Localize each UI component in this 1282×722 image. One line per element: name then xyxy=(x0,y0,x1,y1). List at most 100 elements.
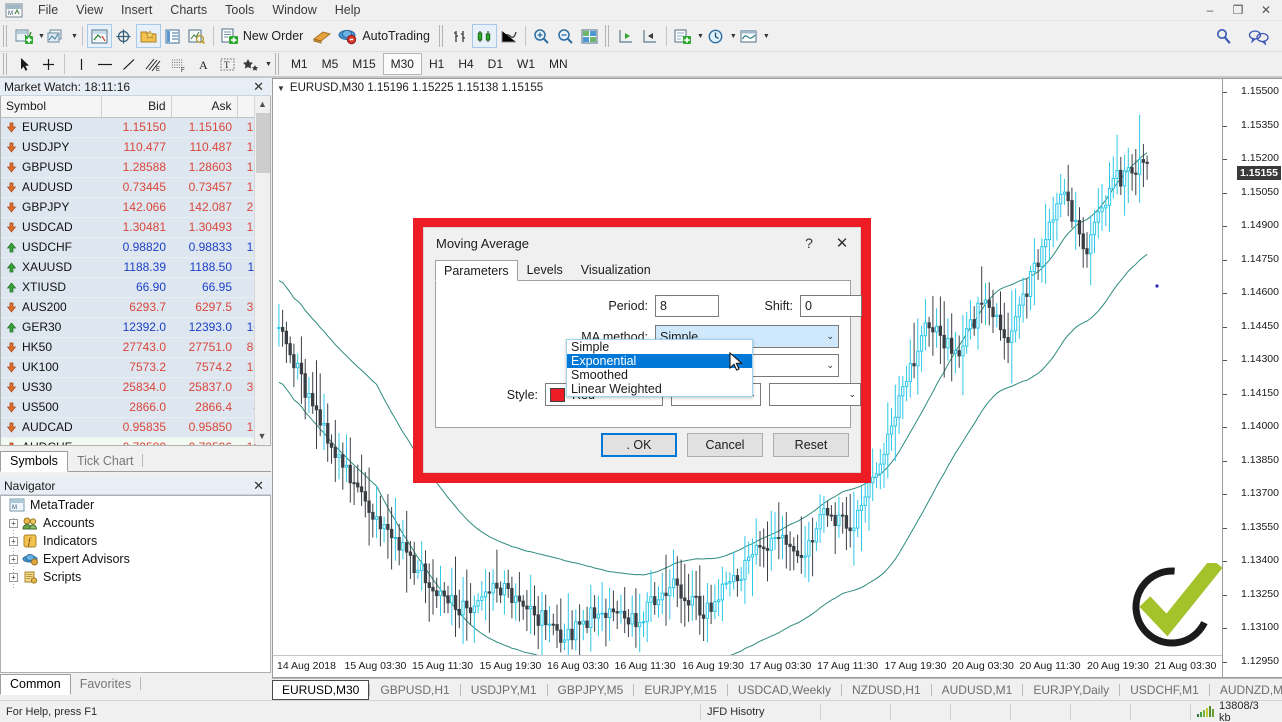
timeframe-m1[interactable]: M1 xyxy=(284,53,315,75)
scrollbar-thumb[interactable] xyxy=(256,113,270,173)
tab-visualization[interactable]: Visualization xyxy=(572,260,660,280)
trendline-icon[interactable] xyxy=(117,52,141,76)
chart-tab-audnzd-m[interactable]: AUDNZD,M xyxy=(1210,681,1282,699)
dropdown-option-linear-weighted[interactable]: Linear Weighted xyxy=(567,382,752,396)
table-row[interactable]: AUDCHF0.725800.7259616 xyxy=(1,437,265,446)
navigator-item-scripts[interactable]: +Scripts xyxy=(1,568,270,586)
table-row[interactable]: HK5027743.027751.080 xyxy=(1,337,265,357)
table-row[interactable]: AUDCAD0.958350.9585015 xyxy=(1,417,265,437)
table-row[interactable]: AUDUSD0.734450.7345712 xyxy=(1,177,265,197)
tab-favorites[interactable]: Favorites xyxy=(71,674,140,694)
cursor-icon[interactable] xyxy=(12,52,36,76)
profiles-icon[interactable] xyxy=(45,24,69,48)
chart-tab-usdchf-m1[interactable]: USDCHF,M1 xyxy=(1120,681,1209,699)
shift-end-icon[interactable] xyxy=(614,24,638,48)
status-connection[interactable]: 13808/3 kb xyxy=(1190,704,1282,720)
chart-tab-usdcad-weekly[interactable]: USDCAD,Weekly xyxy=(728,681,841,699)
templates-dropdown-icon[interactable]: ▼ xyxy=(697,33,704,40)
timeframe-w1[interactable]: W1 xyxy=(510,53,542,75)
toolbar-grip[interactable] xyxy=(439,25,445,47)
navigator-item-accounts[interactable]: +Accounts xyxy=(1,514,270,532)
new-chart-icon[interactable] xyxy=(12,24,36,48)
tab-levels[interactable]: Levels xyxy=(518,260,572,280)
auto-scroll-icon[interactable] xyxy=(638,24,662,48)
table-row[interactable]: GBPUSD1.285881.2860315 xyxy=(1,157,265,177)
timeframe-h1[interactable]: H1 xyxy=(422,53,451,75)
chart-tab-gbpusd-h1[interactable]: GBPUSD,H1 xyxy=(370,681,459,699)
dropdown-option-smoothed[interactable]: Smoothed xyxy=(567,368,752,382)
menu-charts[interactable]: Charts xyxy=(161,0,216,21)
dropdown-option-simple[interactable]: Simple xyxy=(567,340,752,354)
table-row[interactable]: US3025834.025837.030 xyxy=(1,377,265,397)
cancel-button[interactable]: Cancel xyxy=(687,433,763,457)
restore-button[interactable]: ❐ xyxy=(1224,0,1252,20)
text-icon[interactable]: A xyxy=(191,52,215,76)
ma-method-dropdown-list[interactable]: Simple Exponential Smoothed Linear Weigh… xyxy=(566,339,753,397)
ok-button[interactable]: . OK xyxy=(601,433,677,457)
vertical-line-icon[interactable] xyxy=(69,52,93,76)
menu-insert[interactable]: Insert xyxy=(112,0,161,21)
reset-button[interactable]: Reset xyxy=(773,433,849,457)
navigator-item-expert-advisors[interactable]: +Expert Advisors xyxy=(1,550,270,568)
timeframe-m30[interactable]: M30 xyxy=(383,53,422,75)
table-row[interactable]: US5002866.02866.44 xyxy=(1,397,265,417)
close-icon[interactable]: ✕ xyxy=(250,79,267,95)
period-icon[interactable] xyxy=(704,24,728,48)
timeframe-mn[interactable]: MN xyxy=(542,53,575,75)
menu-file[interactable]: File xyxy=(29,0,67,21)
toolbar-grip[interactable] xyxy=(275,53,281,75)
data-window-icon[interactable] xyxy=(112,24,136,48)
navigator-icon[interactable] xyxy=(136,24,161,48)
timeframe-m15[interactable]: M15 xyxy=(345,53,382,75)
scroll-up-icon[interactable]: ▲ xyxy=(255,96,270,112)
toolbar-grip[interactable] xyxy=(3,53,9,75)
column-header-ask[interactable]: Ask xyxy=(171,96,237,117)
period-dropdown-icon[interactable]: ▼ xyxy=(730,33,737,40)
zoom-out-icon[interactable] xyxy=(554,24,578,48)
grid-icon[interactable] xyxy=(578,24,602,48)
text-label-icon[interactable]: T xyxy=(215,52,239,76)
column-header-symbol[interactable]: Symbol xyxy=(1,96,101,117)
chart-tab-eurjpy-daily[interactable]: EURJPY,Daily xyxy=(1023,681,1119,699)
time-scale[interactable]: 14 Aug 201815 Aug 03:3015 Aug 11:3015 Au… xyxy=(272,655,1282,677)
shift-input[interactable]: 0 xyxy=(800,295,862,317)
table-row[interactable]: USDCHF0.988200.9883313 xyxy=(1,237,265,257)
line-chart-icon[interactable] xyxy=(497,24,521,48)
shapes-icon[interactable] xyxy=(239,52,263,76)
menu-view[interactable]: View xyxy=(67,0,112,21)
timeframe-m5[interactable]: M5 xyxy=(315,53,346,75)
chart-tab-eurjpy-m15[interactable]: EURJPY,M15 xyxy=(634,681,726,699)
tab-common[interactable]: Common xyxy=(0,674,71,695)
crosshair-icon[interactable] xyxy=(36,52,60,76)
table-row[interactable]: GER3012392.012393.010 xyxy=(1,317,265,337)
table-row[interactable]: UK1007573.27574.210 xyxy=(1,357,265,377)
templates-icon[interactable] xyxy=(671,24,695,48)
market-watch-scrollbar[interactable]: ▲ ▼ xyxy=(254,96,270,444)
metaeditor-icon[interactable] xyxy=(309,24,335,48)
candlestick-chart-icon[interactable] xyxy=(472,24,497,48)
chart-tab-eurusd-m30[interactable]: EURUSD,M30 xyxy=(272,680,369,700)
equidistant-channel-icon[interactable]: E xyxy=(141,52,166,76)
period-input[interactable]: 8 xyxy=(655,295,719,317)
table-row[interactable]: USDCAD1.304811.3049312 xyxy=(1,217,265,237)
navigator-item-indicators[interactable]: +fIndicators xyxy=(1,532,270,550)
scroll-down-icon[interactable]: ▼ xyxy=(255,428,269,444)
market-watch-icon[interactable] xyxy=(87,24,112,48)
shapes-dropdown-icon[interactable]: ▼ xyxy=(265,61,272,68)
chart-tab-nzdusd-h1[interactable]: NZDUSD,H1 xyxy=(842,681,931,699)
chat-icon[interactable] xyxy=(1246,24,1272,48)
column-header-bid[interactable]: Bid xyxy=(101,96,171,117)
table-row[interactable]: XTIUSD66.9066.955 xyxy=(1,277,265,297)
fibonacci-retracement-icon[interactable]: F xyxy=(166,52,191,76)
minimize-button[interactable]: – xyxy=(1196,0,1224,20)
navigator-root-metatrader[interactable]: M MetaTrader xyxy=(1,496,270,514)
indicators-dropdown-icon[interactable]: ▼ xyxy=(763,33,770,40)
timeframe-d1[interactable]: D1 xyxy=(481,53,510,75)
toolbar-grip[interactable] xyxy=(605,25,611,47)
table-row[interactable]: AUS2006293.76297.538 xyxy=(1,297,265,317)
autotrading-button[interactable]: AutoTrading xyxy=(335,24,436,48)
indicators-icon[interactable] xyxy=(737,24,761,48)
close-button[interactable]: ✕ xyxy=(1252,0,1280,20)
strategy-tester-icon[interactable] xyxy=(185,24,209,48)
chart-tab-gbpjpy-m5[interactable]: GBPJPY,M5 xyxy=(548,681,634,699)
